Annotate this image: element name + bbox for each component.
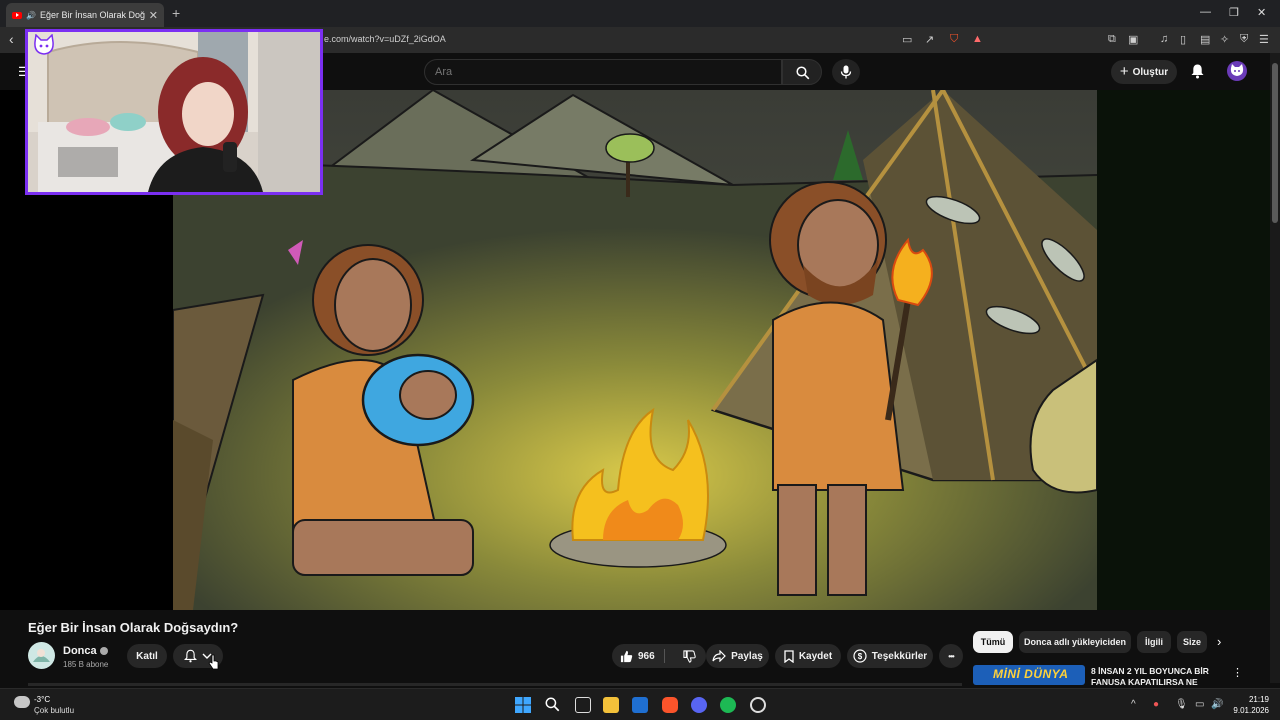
recommended-more-icon[interactable]: ⋮ — [1232, 666, 1243, 679]
like-button[interactable]: 966 — [612, 644, 706, 668]
share-button[interactable]: Paylaş — [706, 644, 769, 668]
join-button[interactable]: Katıl — [127, 644, 167, 668]
speaker-icon[interactable]: 🔊 — [26, 11, 36, 20]
brave-browser-icon[interactable] — [662, 697, 678, 713]
youtube-favicon-icon — [12, 11, 22, 19]
browser-tab-bar: 🔊 Eğer Bir İnsan Olarak Doğsay ✕ + — ❐ ✕ — [0, 0, 1280, 27]
share-page-icon[interactable]: ↗ — [925, 33, 934, 46]
subscriber-count: 185 B abone — [63, 660, 109, 669]
temperature[interactable]: -3°C — [34, 695, 50, 704]
verified-badge-icon — [99, 647, 108, 655]
wallet-icon[interactable]: ▤ — [1200, 33, 1210, 46]
thumbs-down-icon[interactable] — [683, 649, 696, 663]
thanks-label: Teşekkürler — [871, 650, 928, 662]
tab-title: Eğer Bir İnsan Olarak Doğsay — [39, 10, 145, 20]
tray-volume-icon[interactable]: 🔊 — [1211, 699, 1223, 710]
recommended-video-title[interactable]: 8 İNSAN 2 YIL BOYUNCA BİR FANUSA KAPATIL… — [1091, 666, 1221, 686]
scrollbar-thumb[interactable] — [1272, 63, 1278, 223]
tray-display-icon[interactable]: ▭ — [1195, 699, 1204, 710]
ambient-background — [1097, 90, 1270, 610]
windows-start-icon[interactable] — [515, 697, 531, 713]
weather-condition[interactable]: Çok bulutlu — [34, 706, 74, 715]
user-avatar[interactable] — [1227, 61, 1247, 81]
task-view-icon[interactable] — [575, 697, 591, 713]
description-box-edge — [28, 683, 962, 686]
tray-microphone-icon[interactable]: 🎙 — [1175, 699, 1188, 710]
like-dislike-divider — [664, 649, 665, 663]
settings-gear-icon[interactable] — [750, 697, 766, 713]
taskbar-search-icon[interactable] — [545, 697, 560, 712]
spotify-icon[interactable] — [720, 697, 736, 713]
create-button[interactable]: + Oluştur — [1111, 60, 1177, 84]
sidebar-icon[interactable]: ▯ — [1180, 33, 1186, 46]
clock-time[interactable]: 21:19 — [1233, 695, 1269, 704]
maximize-icon[interactable]: ❐ — [1229, 6, 1239, 19]
extensions-icon[interactable]: ⧉ — [1108, 33, 1116, 46]
streamer-webcam-image — [28, 32, 320, 192]
outlook-icon[interactable] — [632, 697, 648, 713]
screenshot-icon[interactable]: ▣ — [1128, 33, 1138, 46]
video-title: Eğer Bir İnsan Olarak Doğsaydın? — [28, 620, 239, 635]
cat-logo-icon — [34, 34, 54, 55]
clock-date[interactable]: 9.01.2026 — [1225, 706, 1269, 715]
tray-app-icon[interactable]: ● — [1153, 699, 1159, 710]
channel-avatar-image — [28, 642, 55, 669]
tray-expand-icon[interactable]: ^ — [1131, 699, 1136, 710]
create-label: Oluştur — [1132, 66, 1169, 78]
brave-shield-icon[interactable]: ⛉ — [950, 33, 958, 46]
minimize-icon[interactable]: — — [1200, 6, 1211, 18]
thumbnail-text: MİNİ DÜNYA — [993, 667, 1069, 681]
share-label: Paylaş — [731, 650, 763, 662]
channel-avatar[interactable] — [28, 642, 55, 669]
microphone-icon — [840, 65, 852, 79]
vpn-icon[interactable]: ⛨ — [1240, 33, 1248, 46]
discord-icon[interactable] — [691, 697, 707, 713]
cloud-weather-icon[interactable] — [14, 696, 30, 708]
url-field[interactable]: e.com/watch?v=uDZf_2iGdOA — [324, 34, 446, 44]
save-button[interactable]: Kaydet — [775, 644, 841, 668]
thumbs-up-icon — [620, 650, 633, 662]
more-dots-icon: ••• — [948, 651, 954, 661]
cat-avatar-icon — [1230, 64, 1244, 76]
recommended-video-thumbnail[interactable]: MİNİ DÜNYA — [973, 665, 1085, 685]
chip-related[interactable]: İlgili — [1137, 631, 1171, 653]
bookmark-icon — [784, 649, 794, 663]
leo-ai-icon[interactable]: ✧ — [1220, 33, 1229, 46]
browser-menu-icon[interactable]: ☰ — [1259, 33, 1269, 46]
brave-rewards-icon[interactable]: ▲ — [972, 33, 983, 45]
tab-close-icon[interactable]: ✕ — [149, 9, 158, 22]
cast-icon[interactable]: ▭ — [902, 33, 912, 46]
channel-name-row[interactable]: Donca — [63, 645, 108, 657]
back-icon[interactable]: ‹ — [9, 31, 14, 47]
bell-icon — [184, 649, 197, 663]
channel-name[interactable]: Donca — [63, 645, 97, 657]
file-explorer-icon[interactable] — [603, 697, 619, 713]
media-icon[interactable]: ♫ — [1160, 33, 1168, 45]
notifications-bell-icon[interactable] — [1190, 63, 1205, 79]
like-count: 966 — [638, 650, 655, 662]
mouse-cursor-icon — [208, 654, 219, 670]
search-icon — [796, 66, 810, 80]
page-scrollbar[interactable] — [1270, 53, 1280, 683]
voice-search-button[interactable] — [832, 59, 860, 85]
chip-all[interactable]: Tümü — [973, 631, 1013, 653]
thanks-heart-icon: $ — [853, 649, 867, 663]
close-window-icon[interactable]: ✕ — [1257, 6, 1266, 19]
thanks-button[interactable]: $ Teşekkürler — [847, 644, 933, 668]
more-actions-button[interactable]: ••• — [939, 644, 963, 668]
chip-for-you[interactable]: Size — [1177, 631, 1207, 653]
join-label: Katıl — [136, 650, 158, 662]
search-button[interactable] — [782, 59, 822, 85]
browser-tab[interactable]: 🔊 Eğer Bir İnsan Olarak Doğsay ✕ — [6, 3, 164, 27]
chip-from-channel[interactable]: Donca adlı yükleyiciden — [1019, 631, 1131, 653]
chip-next-icon[interactable]: › — [1217, 634, 1221, 649]
new-tab-button[interactable]: + — [172, 5, 180, 21]
save-label: Kaydet — [798, 650, 833, 662]
plus-icon: + — [1119, 63, 1129, 80]
share-icon — [712, 650, 726, 662]
windows-taskbar: -3°C Çok bulutlu ^ ● 🎙 ▭ 🔊 21:19 9.01.20… — [0, 688, 1280, 720]
webcam-overlay — [25, 29, 323, 195]
svg-text:$: $ — [858, 652, 863, 661]
search-input[interactable] — [424, 59, 782, 85]
